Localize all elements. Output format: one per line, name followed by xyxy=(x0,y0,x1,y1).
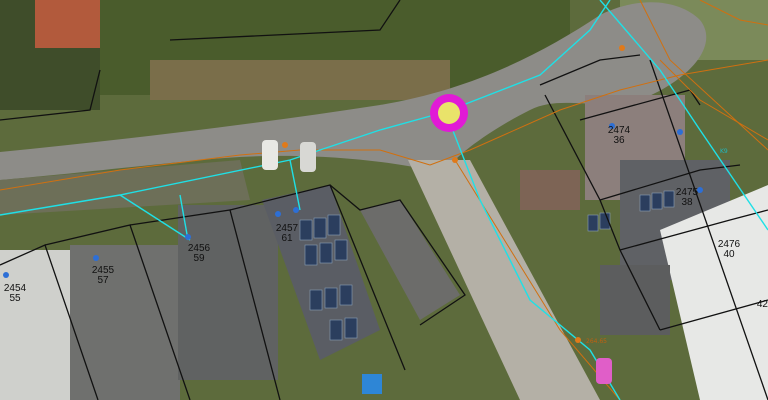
shed-roof xyxy=(520,170,580,210)
parcel-label: 42 xyxy=(756,299,768,310)
building-roof xyxy=(600,265,670,335)
parcel-label: 2455 57 xyxy=(91,265,115,286)
dry-grass-area xyxy=(150,60,450,100)
parcel-label: 2474 36 xyxy=(607,125,631,146)
parcel-label: 2476 40 xyxy=(717,239,741,260)
line-label: K9 xyxy=(720,148,728,155)
car xyxy=(596,358,612,384)
parcel-label: 2475 38 xyxy=(675,187,699,208)
parcel-label: 2454 55 xyxy=(3,283,27,304)
roof-top-left xyxy=(35,0,100,48)
car xyxy=(300,142,316,172)
map-canvas[interactable]: 2454 55 2455 57 2456 59 2457 61 2474 36 2475 3… xyxy=(0,0,768,400)
location-marker-icon[interactable] xyxy=(430,94,468,132)
map-layers xyxy=(0,0,768,400)
height-label: 264.65 xyxy=(586,338,607,345)
building-roof xyxy=(178,205,278,380)
parcel-label: 2456 59 xyxy=(187,243,211,264)
parcel-label: 2457 61 xyxy=(275,223,299,244)
car xyxy=(262,140,278,170)
pool xyxy=(362,374,382,394)
